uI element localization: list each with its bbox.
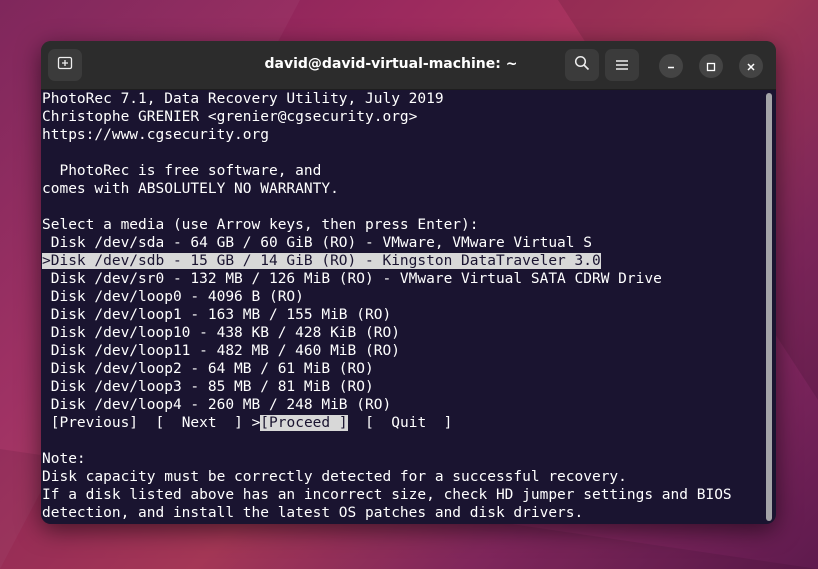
select-media-prompt: Select a media (use Arrow keys, then pre…: [42, 217, 479, 233]
license-line: PhotoRec is free software, and: [42, 163, 322, 179]
hamburger-menu-icon: [615, 56, 629, 75]
media-item-loop0[interactable]: Disk /dev/loop0 - 4096 B (RO): [42, 288, 732, 306]
media-item-loop4[interactable]: Disk /dev/loop4 - 260 MB / 248 MiB (RO): [42, 396, 732, 414]
header-line: PhotoRec 7.1, Data Recovery Utility, Jul…: [42, 91, 444, 107]
maximize-button[interactable]: [699, 54, 723, 78]
close-icon: [746, 57, 756, 76]
media-item-loop2[interactable]: Disk /dev/loop2 - 64 MB / 61 MiB (RO): [42, 360, 732, 378]
license-line: comes with ABSOLUTELY NO WARRANTY.: [42, 181, 339, 197]
next-button[interactable]: [ Next ]: [156, 415, 243, 431]
media-item-loop11[interactable]: Disk /dev/loop11 - 482 MB / 460 MiB (RO): [42, 342, 732, 360]
title-bar: david@david-virtual-machine: ~: [41, 41, 776, 90]
header-line: https://www.cgsecurity.org: [42, 127, 269, 143]
proceed-button[interactable]: [Proceed ]: [260, 415, 348, 431]
quit-button[interactable]: [ Quit ]: [365, 415, 452, 431]
proceed-marker: >: [251, 415, 261, 431]
previous-button[interactable]: [Previous]: [51, 415, 138, 431]
note-line: If a disk listed above has an incorrect …: [42, 487, 732, 503]
media-item-loop1[interactable]: Disk /dev/loop1 - 163 MB / 155 MiB (RO): [42, 306, 732, 324]
new-tab-icon: [57, 55, 73, 75]
media-item-sdb[interactable]: >Disk /dev/sdb - 15 GB / 14 GiB (RO) - K…: [42, 252, 732, 270]
maximize-icon: [706, 57, 716, 76]
terminal-output[interactable]: PhotoRec 7.1, Data Recovery Utility, Jul…: [41, 90, 776, 524]
note-line: Disk capacity must be correctly detected…: [42, 469, 627, 485]
media-item-sda[interactable]: Disk /dev/sda - 64 GB / 60 GiB (RO) - VM…: [42, 234, 732, 252]
media-item-sr0[interactable]: Disk /dev/sr0 - 132 MB / 126 MiB (RO) - …: [42, 270, 732, 288]
new-tab-button[interactable]: [48, 49, 82, 81]
media-item-loop10[interactable]: Disk /dev/loop10 - 438 KB / 428 KiB (RO): [42, 324, 732, 342]
note-line: detection, and install the latest OS pat…: [42, 505, 584, 521]
close-button[interactable]: [739, 54, 763, 78]
minimize-icon: [666, 57, 676, 76]
action-bar: [Previous] [ Next ] >[Proceed ] [ Quit ]: [42, 414, 732, 432]
terminal-window: david@david-virtual-machine: ~ PhotoRec …: [41, 41, 776, 524]
terminal-content: PhotoRec 7.1, Data Recovery Utility, Jul…: [42, 90, 732, 522]
header-line: Christophe GRENIER <grenier@cgsecurity.o…: [42, 109, 418, 125]
note-line: Note:: [42, 451, 86, 467]
window-title: david@david-virtual-machine: ~: [264, 56, 518, 72]
search-icon: [574, 55, 590, 75]
menu-button[interactable]: [605, 49, 639, 81]
search-button[interactable]: [565, 49, 599, 81]
selected-media-highlight: >Disk /dev/sdb - 15 GB / 14 GiB (RO) - K…: [42, 253, 601, 269]
media-item-loop3[interactable]: Disk /dev/loop3 - 85 MB / 81 MiB (RO): [42, 378, 732, 396]
terminal-scrollbar[interactable]: [766, 93, 772, 521]
minimize-button[interactable]: [659, 54, 683, 78]
